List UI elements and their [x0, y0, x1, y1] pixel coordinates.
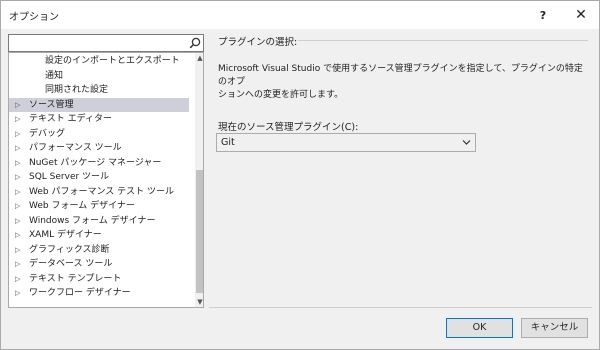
- title-bar: オプション ? ✕: [1, 1, 599, 29]
- search-icon[interactable]: [188, 36, 202, 50]
- description-text: Microsoft Visual Studio で使用するソース管理プラグインを…: [218, 63, 588, 102]
- expand-arrow-icon[interactable]: ▷: [15, 98, 20, 113]
- dialog-title: オプション: [9, 12, 59, 23]
- options-tree[interactable]: 設定のインポートとエクスポート 通知同期された設定 ▷ ソース管理 ▷ テキスト エディタ…: [8, 52, 204, 308]
- expand-arrow-icon[interactable]: ▷: [15, 272, 20, 287]
- search-input[interactable]: [8, 34, 204, 52]
- expand-arrow-icon[interactable]: ▷: [15, 257, 20, 272]
- expand-arrow-icon[interactable]: ▷: [15, 156, 20, 171]
- tree-item-label: 通知: [45, 70, 64, 81]
- ok-button[interactable]: OK: [446, 318, 513, 338]
- description-line: Microsoft Visual Studio で使用するソース管理プラグインを…: [218, 64, 583, 87]
- tree-item-label: ワークフロー デザイナー: [29, 288, 131, 298]
- tree-item-label: SQL Server ツール: [29, 172, 110, 182]
- expand-arrow-icon[interactable]: ▷: [15, 141, 20, 156]
- expand-arrow-icon[interactable]: ▷: [15, 243, 20, 258]
- tree-item[interactable]: ▷ Windows フォーム デザイナー: [9, 214, 189, 229]
- tree-item-label: デバッグ: [29, 128, 66, 139]
- tree-item-label: Web パフォーマンス テスト ツール: [29, 186, 175, 197]
- tree-item[interactable]: ▷ テキスト テンプレート: [9, 272, 189, 287]
- tree-item-label: テキスト テンプレート: [29, 273, 122, 284]
- description-line: ションへの変更を許可します。: [218, 90, 344, 100]
- tree-item-label: NuGet パッケージ マネージャー: [29, 157, 162, 168]
- tree-item-label: 同期された設定: [45, 85, 109, 95]
- tree-item[interactable]: ▷ SQL Server ツール: [9, 170, 189, 185]
- expand-arrow-icon[interactable]: ▷: [15, 228, 20, 243]
- tree-item-label: ソース管理: [29, 99, 74, 110]
- tree-item[interactable]: ▷ Web フォーム デザイナー: [9, 199, 189, 214]
- expand-arrow-icon[interactable]: ▷: [15, 214, 20, 229]
- tree-item[interactable]: ▷ パフォーマンス ツール: [9, 141, 189, 156]
- plugin-select[interactable]: Git: [216, 133, 476, 152]
- options-dialog: オプション ? ✕ 設定のインポートとエクスポート 通知同期された設定 ▷ ソース管理…: [0, 0, 600, 350]
- tree-item[interactable]: ▷ データベース ツール: [9, 257, 189, 272]
- tree-item[interactable]: ▷ ソース管理: [9, 97, 189, 113]
- cancel-button[interactable]: キャンセル: [521, 318, 588, 338]
- tree-item-label: データベース ツール: [29, 259, 113, 269]
- plugin-combo-label: 現在のソース管理プラグイン(C):: [218, 122, 359, 133]
- tree-item[interactable]: 同期された設定: [9, 83, 189, 98]
- tree-item-label: パフォーマンス ツール: [29, 143, 122, 153]
- section-title: プラグインの選択:: [218, 37, 298, 48]
- tree-item[interactable]: ▷ NuGet パッケージ マネージャー: [9, 156, 189, 171]
- expand-arrow-icon[interactable]: ▷: [15, 199, 20, 214]
- scroll-thumb[interactable]: [196, 170, 203, 293]
- tree-item[interactable]: ▷ Web パフォーマンス テスト ツール: [9, 185, 189, 200]
- close-button[interactable]: ✕: [561, 1, 600, 29]
- tree-item-label: Web フォーム デザイナー: [29, 201, 135, 211]
- tree-item[interactable]: 通知: [9, 69, 189, 84]
- tree-item-label: グラフィックス診断: [29, 244, 110, 255]
- plugin-select-value: Git: [221, 137, 235, 148]
- expand-arrow-icon[interactable]: ▷: [15, 170, 20, 185]
- footer-divider: [209, 307, 592, 308]
- tree-item-label: XAML デザイナー: [29, 230, 102, 240]
- expand-arrow-icon[interactable]: ▷: [15, 112, 20, 127]
- tree-item[interactable]: ▷ デバッグ: [9, 127, 189, 142]
- chevron-down-icon: [462, 140, 471, 145]
- tree-item[interactable]: ▷ XAML デザイナー: [9, 228, 189, 243]
- help-button[interactable]: ?: [523, 1, 563, 29]
- expand-arrow-icon[interactable]: ▷: [15, 185, 20, 200]
- tree-item[interactable]: ▷ テキスト エディター: [9, 112, 189, 127]
- expand-arrow-icon[interactable]: ▷: [15, 127, 20, 142]
- tree-item-label: 設定のインポートとエクスポート: [45, 56, 180, 66]
- tree-item-label: Windows フォーム デザイナー: [29, 215, 156, 226]
- tree-item-label: テキスト エディター: [29, 114, 112, 124]
- expand-arrow-icon[interactable]: ▷: [15, 286, 20, 301]
- scroll-up-icon[interactable]: ▲: [195, 53, 203, 63]
- tree-item[interactable]: ▷ ワークフロー デザイナー: [9, 286, 189, 301]
- section-divider: [298, 40, 588, 41]
- tree-item[interactable]: ▷ グラフィックス診断: [9, 243, 189, 258]
- scroll-down-icon[interactable]: ▼: [195, 297, 203, 307]
- tree-scrollbar[interactable]: ▲ ▼: [195, 53, 203, 307]
- tree-item[interactable]: 設定のインポートとエクスポート: [9, 54, 189, 69]
